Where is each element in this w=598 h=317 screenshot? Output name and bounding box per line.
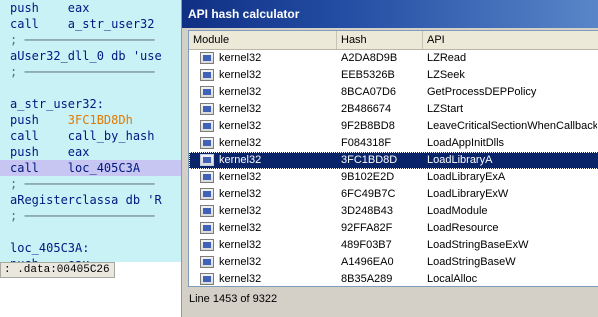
asm-line[interactable]: call a_str_user32 [10,16,155,32]
column-header-hash[interactable]: Hash [337,31,423,49]
cell-hash: 9F2B8BD8 [341,120,395,132]
asm-line[interactable]: ; ────────────────── [10,176,155,192]
table-row[interactable]: kernel32 F084318F LoadAppInitDlls [189,135,598,152]
cell-api: LoadLibraryExW [427,188,509,200]
cell-api: LoadStringBaseW [427,256,516,268]
table-row[interactable]: kernel32 A2DA8D9B LZRead [189,50,598,67]
module-icon [200,120,214,132]
cell-hash: 3FC1BD8D [341,154,398,166]
asm-line[interactable]: aRegisterclassa db 'R [10,192,162,208]
asm-hash-operand: 3FC1BD8Dh [67,113,133,127]
asm-line[interactable]: a_str_user32: [10,96,104,112]
asm-line[interactable]: push eax [10,144,89,160]
asm-line[interactable]: push 3FC1BD8Dh [10,112,133,128]
cell-hash: 6FC49B7C [341,188,396,200]
disassembly-view[interactable]: push eax call a_str_user32; ─────────────… [0,0,190,262]
table-row[interactable]: kernel32 92FFA82F LoadResource [189,220,598,237]
table-row[interactable]: kernel32 9F2B8BD8 LeaveCriticalSectionWhen… [189,118,598,135]
module-icon [200,222,214,234]
table-row[interactable]: kernel32 A1496EA0 LoadStringBaseW [189,254,598,271]
table-row[interactable]: kernel32 8B35A289 LocalAlloc [189,271,598,286]
line-count-status: Line 1453 of 9322 [189,293,278,305]
cell-module: kernel32 [219,239,262,251]
window-titlebar[interactable]: API hash calculator [182,0,598,28]
cell-api: LoadResource [427,222,499,234]
cell-hash: 9B102E2D [341,171,395,183]
module-icon [200,256,214,268]
module-icon [200,154,214,166]
cell-hash: 3D248B43 [341,205,393,217]
module-icon [200,188,214,200]
asm-line[interactable]: ; ────────────────── [10,32,155,48]
cell-api: LoadLibraryExA [427,171,506,183]
module-icon [200,103,214,115]
asm-line[interactable]: ; ────────────────── [10,208,155,224]
window-title: API hash calculator [188,7,300,21]
table-row[interactable]: kernel32 3D248B43 LoadModule [189,203,598,220]
table-row[interactable]: kernel32 EEB5326B LZSeek [189,67,598,84]
table-row[interactable]: kernel32 3FC1BD8D LoadLibraryA [189,152,598,169]
cell-module: kernel32 [219,86,262,98]
cell-api: LoadStringBaseExW [427,239,529,251]
cell-module: kernel32 [219,205,262,217]
asm-mnemonic: push [10,113,68,127]
asm-line[interactable]: loc_405C3A: [10,240,89,256]
cell-hash: EEB5326B [341,69,395,81]
module-icon [200,86,214,98]
cell-api: LoadModule [427,205,488,217]
module-icon [200,273,214,285]
cell-hash: 8BCA07D6 [341,86,397,98]
module-icon [200,171,214,183]
cell-api: LoadAppInitDlls [427,137,505,149]
cell-api: LeaveCriticalSectionWhenCallbackRe [427,120,597,132]
disassembly-address-status: : .data:00405C26 [0,262,115,278]
api-hash-calculator-window: API hash calculator Module Hash API kern… [181,0,598,317]
cell-api: LoadLibraryA [427,154,493,166]
cell-api: LocalAlloc [427,273,478,285]
cell-api: LZStart [427,103,464,115]
cell-api: LZRead [427,52,467,64]
asm-line[interactable]: aUser32_dll_0 db 'use [10,48,162,64]
asm-line[interactable]: call call_by_hash [10,128,155,144]
cell-hash: 8B35A289 [341,273,393,285]
cell-module: kernel32 [219,188,262,200]
table-row[interactable]: kernel32 489F03B7 LoadStringBaseExW [189,237,598,254]
cell-module: kernel32 [219,171,262,183]
cell-module: kernel32 [219,103,262,115]
cell-module: kernel32 [219,120,262,132]
table-row[interactable]: kernel32 8BCA07D6 GetProcessDEPPolicy [189,84,598,101]
cell-module: kernel32 [219,137,262,149]
module-icon [200,137,214,149]
cell-api: LZSeek [427,69,465,81]
table-row[interactable]: kernel32 2B486674 LZStart [189,101,598,118]
cell-module: kernel32 [219,154,262,166]
list-header: Module Hash API [189,31,598,50]
column-header-module[interactable]: Module [189,31,337,49]
table-row[interactable]: kernel32 9B102E2D LoadLibraryExA [189,169,598,186]
table-row[interactable]: kernel32 6FC49B7C LoadLibraryExW [189,186,598,203]
cell-hash: F084318F [341,137,392,149]
cell-hash: 489F03B7 [341,239,392,251]
asm-line[interactable]: ; ────────────────── [10,64,155,80]
cell-module: kernel32 [219,69,262,81]
module-icon [200,239,214,251]
module-icon [200,52,214,64]
cell-api: GetProcessDEPPolicy [427,86,537,98]
cell-module: kernel32 [219,222,262,234]
api-list[interactable]: Module Hash API kernel32 A2DA8D9B LZRead ke… [188,30,598,287]
module-icon [200,69,214,81]
cell-hash: A1496EA0 [341,256,394,268]
module-icon [200,205,214,217]
cell-hash: 2B486674 [341,103,392,115]
asm-line[interactable]: push eax [10,0,89,16]
cell-hash: 92FFA82F [341,222,393,234]
cell-module: kernel32 [219,256,262,268]
asm-line[interactable]: call loc_405C3A [0,160,190,176]
column-header-api[interactable]: API [423,31,598,49]
cell-hash: A2DA8D9B [341,52,398,64]
cell-module: kernel32 [219,52,262,64]
cell-module: kernel32 [219,273,262,285]
